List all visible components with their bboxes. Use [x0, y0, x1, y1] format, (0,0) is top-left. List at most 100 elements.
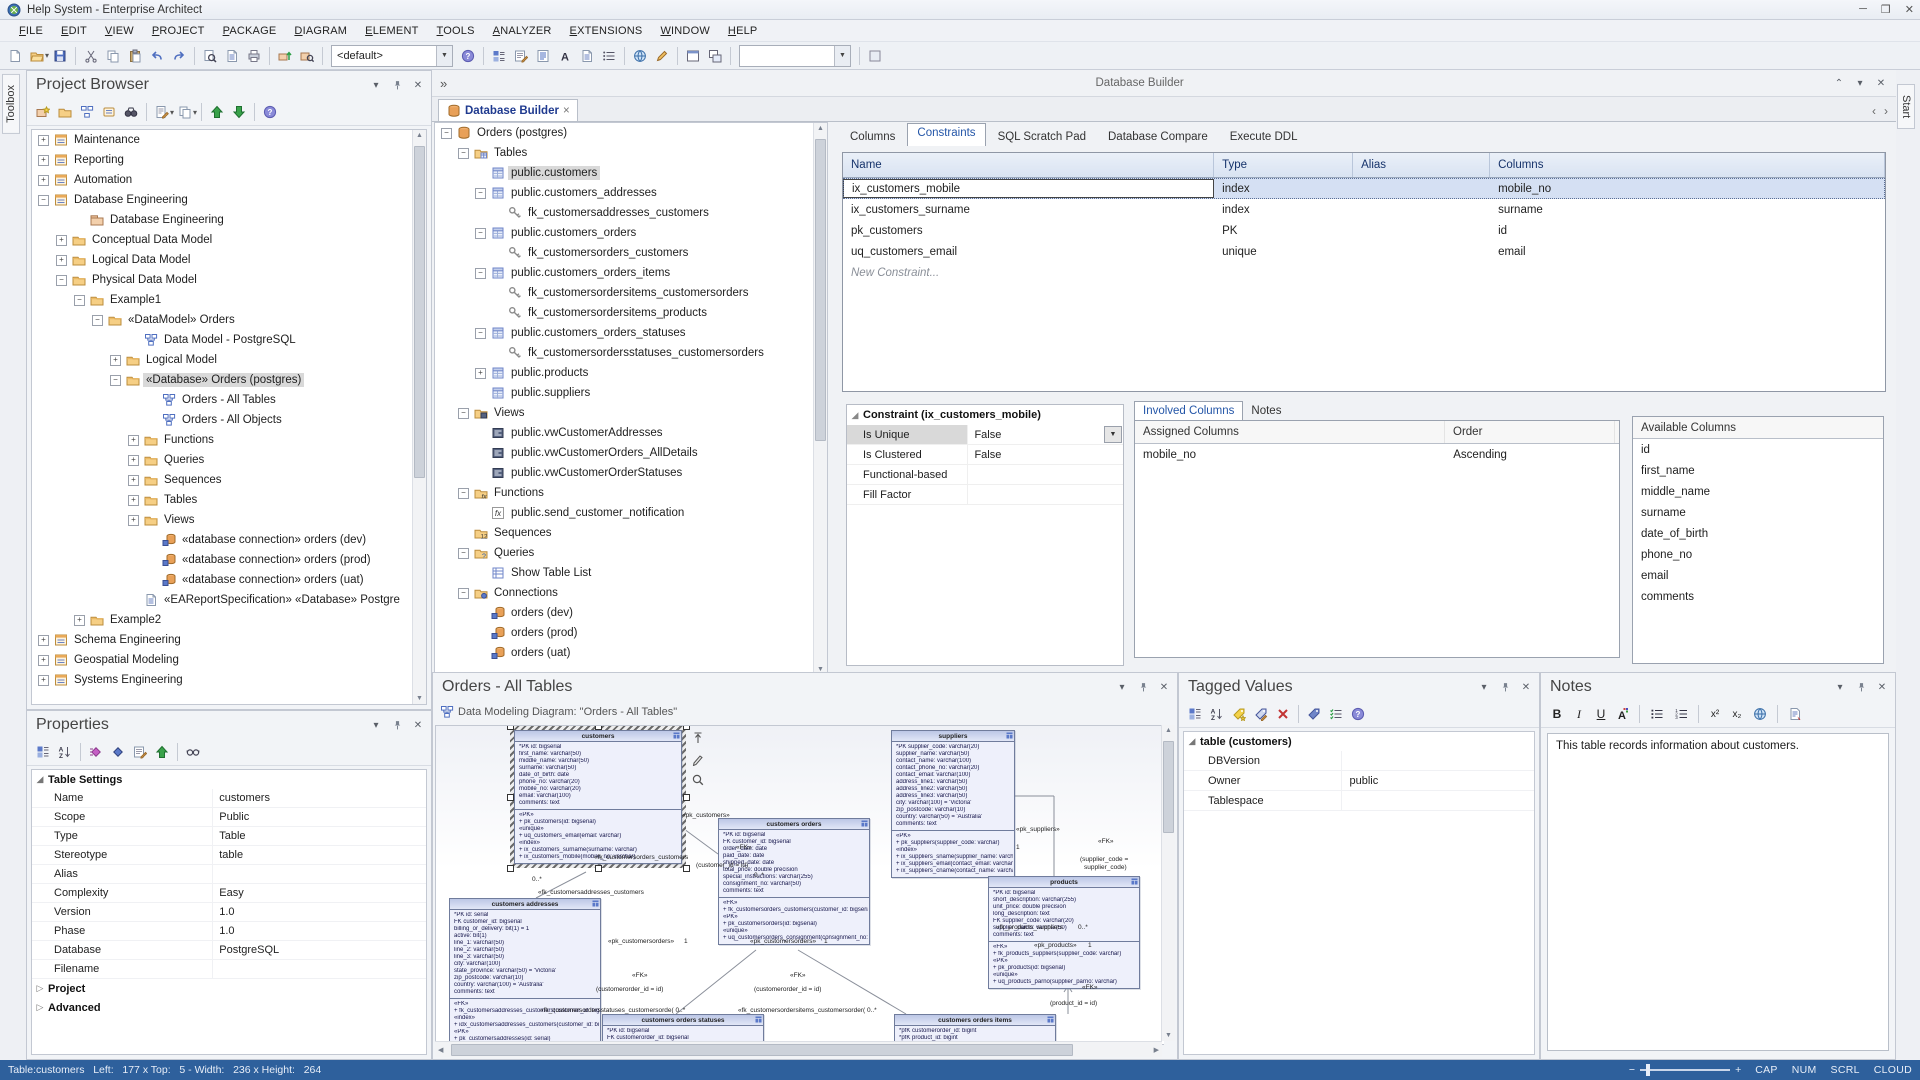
- property-row[interactable]: Filename: [32, 960, 426, 979]
- window-link-button[interactable]: [704, 45, 726, 67]
- tag-edit-button[interactable]: [1250, 703, 1272, 725]
- package-up-button[interactable]: [274, 45, 296, 67]
- expander-icon[interactable]: +: [110, 355, 121, 366]
- dock-collapse-button[interactable]: »: [440, 76, 447, 91]
- property-row[interactable]: Version1.0: [32, 903, 426, 922]
- tree-item[interactable]: +Logical Model: [32, 350, 426, 370]
- expander-icon[interactable]: +: [475, 368, 486, 379]
- involved-row[interactable]: mobile_noAscending: [1135, 444, 1619, 465]
- constraint-cell[interactable]: uq_customers_email: [843, 241, 1214, 262]
- toolbar-combo[interactable]: ▼: [739, 45, 851, 67]
- redo-button[interactable]: [168, 45, 190, 67]
- tree-item[interactable]: fk_customersaddresses_customers: [435, 203, 827, 223]
- save-button[interactable]: [49, 45, 71, 67]
- expander-icon[interactable]: −: [458, 588, 469, 599]
- diagram-hscrollbar[interactable]: ◀ ▶: [435, 1041, 1162, 1057]
- tab-close-icon[interactable]: ×: [563, 105, 570, 117]
- new-button[interactable]: [4, 45, 26, 67]
- constraint-cell[interactable]: [1353, 220, 1490, 241]
- property-row[interactable]: Alias: [32, 865, 426, 884]
- paste-button[interactable]: [124, 45, 146, 67]
- menu-edit[interactable]: EDIT: [52, 22, 96, 40]
- collapse-triangle-icon[interactable]: ◢: [1184, 736, 1200, 747]
- er-table-products[interactable]: products*PK id: bigserialshort_descripti…: [988, 876, 1140, 989]
- status-toggle-cloud[interactable]: CLOUD: [1874, 1064, 1912, 1076]
- tab-columns[interactable]: Columns: [840, 127, 905, 146]
- close-window-button[interactable]: ✕: [1905, 3, 1914, 16]
- constraint-cell[interactable]: [1353, 199, 1490, 220]
- tagged-value-row[interactable]: DBVersion: [1184, 751, 1534, 771]
- status-toggle-num[interactable]: NUM: [1792, 1064, 1817, 1076]
- tab-involved-columns[interactable]: Involved Columns: [1134, 401, 1243, 420]
- close-icon[interactable]: ✕: [1874, 76, 1888, 90]
- er-table-customers_orders[interactable]: customers orders*PK id: bigserialFK cust…: [718, 818, 870, 945]
- expander-icon[interactable]: −: [458, 548, 469, 559]
- arrow-up-button[interactable]: [151, 741, 173, 763]
- constraint-cell[interactable]: index: [1214, 199, 1353, 220]
- expander-icon[interactable]: −: [475, 328, 486, 339]
- tab-nav-right-icon[interactable]: ›: [1884, 104, 1888, 118]
- resize-handle[interactable]: [595, 725, 602, 730]
- property-row[interactable]: Stereotypetable: [32, 846, 426, 865]
- constraint-row[interactable]: ix_customers_mobileindexmobile_no: [843, 178, 1885, 199]
- package-star-button[interactable]: [32, 101, 54, 123]
- checklist-button[interactable]: [1325, 703, 1347, 725]
- constraint-cell[interactable]: PK: [1214, 220, 1353, 241]
- tree-item[interactable]: «EAReportSpecification» «Database» Postg…: [32, 590, 426, 610]
- close-icon[interactable]: ✕: [1519, 680, 1533, 694]
- pin-icon[interactable]: [1498, 680, 1512, 694]
- er-table-suppliers[interactable]: suppliers*PK supplier_code: varchar(20)s…: [891, 730, 1015, 878]
- arrow-down-button[interactable]: [228, 101, 250, 123]
- expander-icon[interactable]: +: [128, 495, 139, 506]
- tree-item[interactable]: −Connections: [435, 583, 827, 603]
- sort-az-button[interactable]: AZ: [1206, 703, 1228, 725]
- menu-extensions[interactable]: EXTENSIONS: [561, 22, 652, 40]
- close-icon[interactable]: ✕: [411, 78, 425, 92]
- tree-item[interactable]: −public.customers_orders_statuses: [435, 323, 827, 343]
- prop-grid-button[interactable]: [1184, 703, 1206, 725]
- chevron-down-icon[interactable]: ▾: [1115, 680, 1129, 694]
- zoom-tool-button[interactable]: [690, 772, 706, 788]
- detail-row[interactable]: Is UniqueFalse▼: [847, 425, 1123, 445]
- scrollbar-thumb[interactable]: [414, 146, 425, 478]
- toolbar-combo[interactable]: <default>▼: [331, 45, 453, 67]
- scroll-right-icon[interactable]: ▶: [1154, 1044, 1159, 1056]
- scroll-left-icon[interactable]: ◀: [435, 1046, 446, 1054]
- menu-file[interactable]: FILE: [10, 22, 52, 40]
- resize-handle[interactable]: [683, 865, 690, 872]
- expander-icon[interactable]: +: [128, 475, 139, 486]
- pin-icon[interactable]: [1136, 680, 1150, 694]
- menu-element[interactable]: ELEMENT: [356, 22, 427, 40]
- glasses-button[interactable]: [182, 741, 204, 763]
- tree-item[interactable]: public.vwCustomerAddresses: [435, 423, 827, 443]
- constraint-cell[interactable]: unique: [1214, 241, 1353, 262]
- er-table-customers_addresses[interactable]: customers addresses*PK id: serialFK cust…: [449, 898, 601, 1045]
- expander-icon[interactable]: −: [110, 375, 121, 386]
- tab-nav-left-icon[interactable]: ‹: [1872, 104, 1876, 118]
- collapse-triangle-icon[interactable]: ◢: [32, 774, 48, 785]
- underline-button[interactable]: U: [1591, 704, 1611, 724]
- expander-icon[interactable]: +: [56, 255, 67, 266]
- scrollbar-thumb[interactable]: [815, 139, 826, 441]
- tree-item[interactable]: −Tables: [435, 143, 827, 163]
- property-row[interactable]: DatabasePostgreSQL: [32, 941, 426, 960]
- chevron-down-icon[interactable]: ▾: [1477, 680, 1491, 694]
- menu-tools[interactable]: TOOLS: [428, 22, 484, 40]
- pin-icon[interactable]: [390, 718, 404, 732]
- chevron-down-icon[interactable]: ▾: [1833, 680, 1847, 694]
- column-header-assigned-columns[interactable]: Assigned Columns: [1135, 421, 1445, 443]
- er-table-customers[interactable]: customers*PK id: bigserialfirst_name: va…: [514, 730, 682, 864]
- expander-icon[interactable]: −: [38, 195, 49, 206]
- tree-item[interactable]: Database Engineering: [32, 210, 426, 230]
- resize-handle[interactable]: [683, 725, 690, 730]
- tree-item[interactable]: Data Model - PostgreSQL: [32, 330, 426, 350]
- maximize-button[interactable]: ❒: [1881, 3, 1891, 16]
- tree-item[interactable]: +Functions: [32, 430, 426, 450]
- chevron-down-icon[interactable]: ▾: [369, 718, 383, 732]
- tree-item[interactable]: orders (dev): [435, 603, 827, 623]
- available-column-item[interactable]: surname: [1633, 502, 1883, 523]
- collapse-triangle-icon[interactable]: ◢: [847, 410, 863, 421]
- zoom-out-icon[interactable]: −: [1629, 1064, 1635, 1076]
- property-row[interactable]: ComplexityEasy: [32, 884, 426, 903]
- tree-item[interactable]: public.vwCustomerOrders_AllDetails: [435, 443, 827, 463]
